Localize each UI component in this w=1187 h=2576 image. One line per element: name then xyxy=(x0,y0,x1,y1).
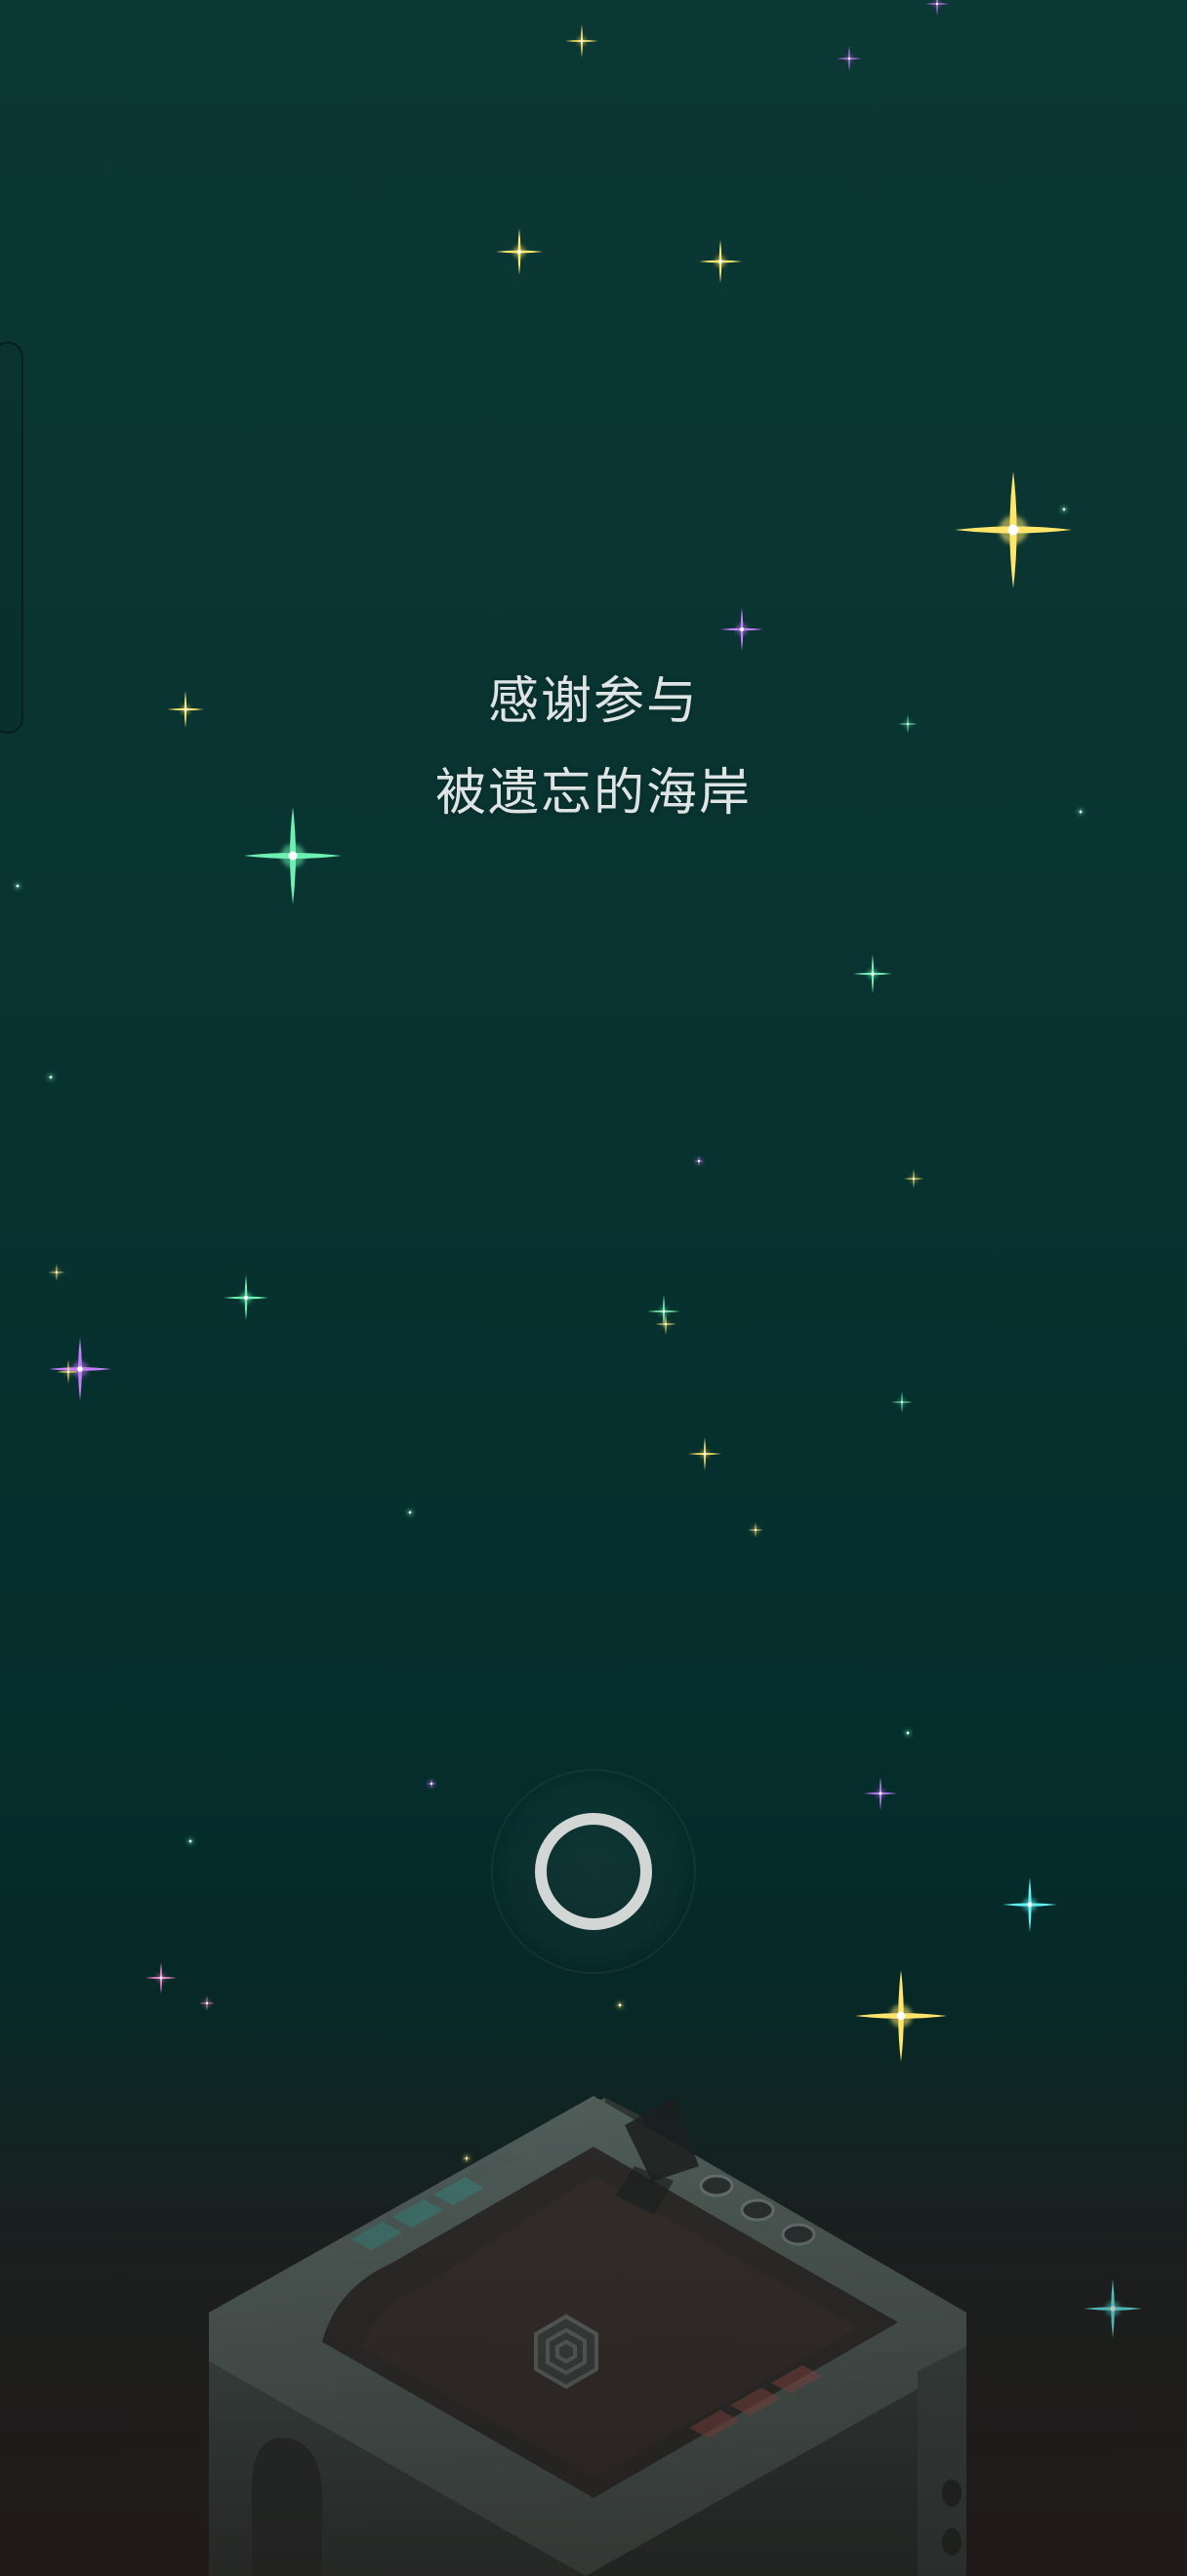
sacred-geometry-cube xyxy=(0,2049,1187,2576)
game-screen: 感谢参与 被遗忘的海岸 xyxy=(0,0,1187,2576)
